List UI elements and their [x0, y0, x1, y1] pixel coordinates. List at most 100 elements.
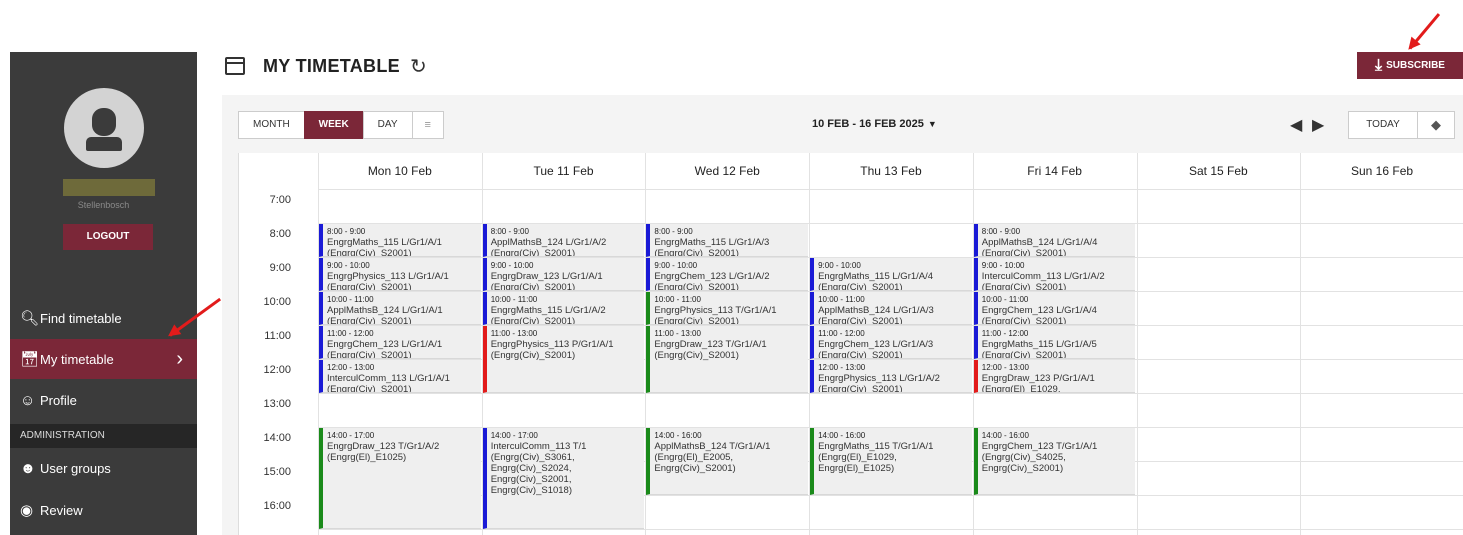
timetable-event[interactable]: 11:00 - 12:00 EngrgChem_123 L/Gr1/A/3 (En… [810, 326, 972, 359]
event-subject: EngrgChem_123 L/Gr1/A/2 (Engrg(Civ)_S200… [654, 271, 770, 291]
event-subject: ApplMathsB_124 L/Gr1/A/3 (Engrg(Civ)_S20… [818, 305, 934, 325]
chevron-right-icon: › [176, 347, 183, 370]
sidebar-item-user-groups[interactable]: ☻ User groups [10, 450, 197, 486]
app-root: Stellenbosch LOGOUT 🔍︎ Find timetable 📅︎… [0, 0, 1463, 535]
sidebar: Stellenbosch LOGOUT 🔍︎ Find timetable 📅︎… [10, 52, 197, 535]
time-label: 14:00 [263, 432, 291, 444]
eye-icon: ◉ [20, 502, 34, 519]
event-time: 9:00 - 10:00 [654, 261, 698, 270]
event-time: 9:00 - 10:00 [818, 261, 861, 270]
timetable-event[interactable]: 11:00 - 12:00 EngrgChem_123 L/Gr1/A/1 (En… [319, 326, 481, 359]
timetable-event[interactable]: 14:00 - 16:00 EngrgMaths_115 T/Gr1/A/1 (E… [810, 428, 972, 495]
event-subject: EngrgChem_123 L/Gr1/A/4 (Engrg(Civ)_S200… [981, 305, 1097, 325]
day-header: Fri 14 Feb [1027, 164, 1082, 178]
sidebar-item-review[interactable]: ◉ Review [10, 492, 197, 528]
page-title: MY TIMETABLE [263, 55, 400, 76]
view-day-button[interactable]: DAY [362, 111, 413, 139]
date-range-selector[interactable]: 10 FEB - 16 FEB 2025 ▼ [812, 118, 937, 130]
event-time: 8:00 - 9:00 [490, 227, 529, 236]
event-subject: EngrgMaths_115 L/Gr1/A/5 (Engrg(Civ)_S20… [981, 339, 1097, 359]
timetable-event[interactable]: 8:00 - 9:00 EngrgMaths_115 L/Gr1/A/3 (Eng… [646, 224, 809, 257]
subscribe-button[interactable]: ⤓ SUBSCRIBE [1357, 52, 1463, 79]
event-time: 9:00 - 10:00 [327, 261, 370, 270]
timetable-event[interactable]: 8:00 - 9:00 EngrgMaths_115 L/Gr1/A/1 (Eng… [319, 224, 481, 257]
timetable-event[interactable]: 14:00 - 17:00 InterculComm_113 T/1 (Engrg… [482, 428, 645, 529]
timetable-event[interactable]: 10:00 - 11:00 EngrgChem_123 L/Gr1/A/4 (En… [973, 292, 1136, 325]
timetable-event[interactable]: 9:00 - 10:00 EngrgDraw_123 L/Gr1/A/1 (Eng… [482, 258, 645, 291]
sidebar-item-profile[interactable]: ☺ Profile [10, 382, 197, 418]
event-subject: EngrgDraw_123 L/Gr1/A/1 (Engrg(Civ)_S200… [490, 271, 603, 291]
date-range-label: 10 FEB - 16 FEB 2025 [812, 118, 924, 130]
timetable-event[interactable]: 12:00 - 13:00 InterculComm_113 L/Gr1/A/1 … [319, 360, 481, 393]
timetable-event[interactable]: 14:00 - 16:00 EngrgChem_123 T/Gr1/A/1 (En… [973, 428, 1136, 495]
organisation-label: Stellenbosch [77, 200, 130, 210]
event-subject: EngrgDraw_123 T/Gr1/A/2 (Engrg(El)_E1025… [327, 441, 440, 463]
event-time: 11:00 - 12:00 [818, 329, 865, 338]
timetable-event[interactable]: 9:00 - 10:00 InterculComm_113 L/Gr1/A/2 (… [973, 258, 1136, 291]
time-label: 15:00 [263, 466, 291, 478]
timetable-event[interactable]: 11:00 - 13:00 EngrgPhysics_113 P/Gr1/A/1 … [482, 326, 645, 393]
event-subject: EngrgPhysics_113 L/Gr1/A/1 (Engrg(Civ)_S… [327, 271, 449, 291]
view-switcher: MONTH WEEK DAY ≡ [238, 111, 444, 139]
timetable-event[interactable]: 10:00 - 11:00 EngrgPhysics_113 T/Gr1/A/1 … [646, 292, 809, 325]
calendar-icon [225, 57, 245, 75]
time-label: 12:00 [263, 364, 291, 376]
view-week-button[interactable]: WEEK [303, 111, 364, 139]
tag-icon[interactable]: ◆ [1417, 111, 1455, 139]
logout-button[interactable]: LOGOUT [63, 224, 153, 250]
calendar-panel: MONTH WEEK DAY ≡ 10 FEB - 16 FEB 2025 ▼ ◀… [222, 95, 1463, 535]
event-subject: EngrgDraw_123 T/Gr1/A/1 (Engrg(Civ)_S200… [654, 339, 767, 361]
day-column-divider [1300, 153, 1302, 535]
sidebar-item-my-timetable[interactable]: 📅︎ My timetable › [10, 339, 197, 379]
day-header: Sun 16 Feb [1351, 164, 1414, 178]
timetable-event[interactable]: 10:00 - 11:00 ApplMathsB_124 L/Gr1/A/1 (E… [319, 292, 481, 325]
time-label: 7:00 [269, 194, 291, 206]
event-time: 9:00 - 10:00 [981, 261, 1025, 270]
timetable-event[interactable]: 9:00 - 10:00 EngrgChem_123 L/Gr1/A/2 (Eng… [646, 258, 809, 291]
time-label: 10:00 [263, 296, 291, 308]
timetable-event[interactable]: 14:00 - 17:00 EngrgDraw_123 T/Gr1/A/2 (En… [319, 428, 481, 529]
user-icon: ☺ [20, 391, 36, 409]
day-column-divider [1136, 153, 1138, 535]
timetable-event[interactable]: 11:00 - 12:00 EngrgMaths_115 L/Gr1/A/5 (E… [973, 326, 1136, 359]
event-subject: EngrgDraw_123 P/Gr1/A/1 (Engrg(El)_E1029… [981, 373, 1095, 393]
event-subject: EngrgMaths_115 L/Gr1/A/1 (Engrg(Civ)_S20… [327, 237, 442, 257]
avatar [64, 88, 144, 168]
timetable-event[interactable]: 8:00 - 9:00 ApplMathsB_124 L/Gr1/A/2 (Eng… [482, 224, 645, 257]
event-time: 10:00 - 11:00 [490, 295, 538, 304]
today-button[interactable]: TODAY [1348, 111, 1418, 139]
event-time: 10:00 - 11:00 [654, 295, 701, 304]
event-time: 10:00 - 11:00 [818, 295, 865, 304]
timetable-event[interactable]: 10:00 - 11:00 ApplMathsB_124 L/Gr1/A/3 (E… [810, 292, 972, 325]
list-view-icon[interactable]: ≡ [411, 111, 444, 139]
timetable-event[interactable]: 10:00 - 11:00 EngrgMaths_115 L/Gr1/A/2 (E… [482, 292, 645, 325]
timetable-event[interactable]: 12:00 - 13:00 EngrgPhysics_113 L/Gr1/A/2 … [810, 360, 972, 393]
timetable-event[interactable]: 11:00 - 13:00 EngrgDraw_123 T/Gr1/A/1 (En… [646, 326, 809, 393]
time-label: 11:00 [264, 330, 291, 342]
day-header: Sat 15 Feb [1188, 164, 1248, 178]
event-time: 11:00 - 13:00 [490, 329, 538, 338]
previous-week-icon[interactable]: ◀ [1290, 115, 1302, 135]
timetable-event[interactable]: 8:00 - 9:00 ApplMathsB_124 L/Gr1/A/4 (Eng… [973, 224, 1136, 257]
week-grid: Mon 10 Feb Tue 11 Feb Wed 12 Feb Thu 13 Feb… [238, 153, 1463, 535]
avatar-head-icon [92, 108, 116, 136]
timetable-event[interactable]: 14:00 - 16:00 ApplMathsB_124 T/Gr1/A/1 (E… [646, 428, 809, 495]
sidebar-item-label: Review [40, 502, 83, 518]
event-time: 10:00 - 11:00 [981, 295, 1029, 304]
timetable-event[interactable]: 12:00 - 13:00 EngrgDraw_123 P/Gr1/A/1 (En… [973, 360, 1136, 393]
avatar-body-icon [86, 137, 122, 151]
view-month-button[interactable]: MONTH [238, 111, 305, 139]
event-time: 12:00 - 13:00 [981, 363, 1029, 372]
refresh-icon[interactable]: ↻ [410, 54, 427, 79]
day-header: Thu 13 Feb [860, 164, 922, 178]
timetable-event[interactable]: 9:00 - 10:00 EngrgPhysics_113 L/Gr1/A/1 (… [319, 258, 481, 291]
event-subject: InterculComm_113 T/1 (Engrg(Civ)_S3061, … [490, 441, 587, 496]
timetable-event[interactable]: 9:00 - 10:00 EngrgMaths_115 L/Gr1/A/4 (En… [810, 258, 972, 291]
event-subject: ApplMathsB_124 L/Gr1/A/2 (Engrg(Civ)_S20… [490, 237, 607, 257]
next-week-icon[interactable]: ▶ [1312, 115, 1324, 135]
event-subject: EngrgChem_123 L/Gr1/A/1 (Engrg(Civ)_S200… [327, 339, 443, 359]
event-time: 14:00 - 16:00 [654, 431, 702, 440]
time-label: 13:00 [263, 398, 291, 410]
grid-line [318, 189, 1463, 190]
administration-header: ADMINISTRATION [10, 424, 197, 448]
